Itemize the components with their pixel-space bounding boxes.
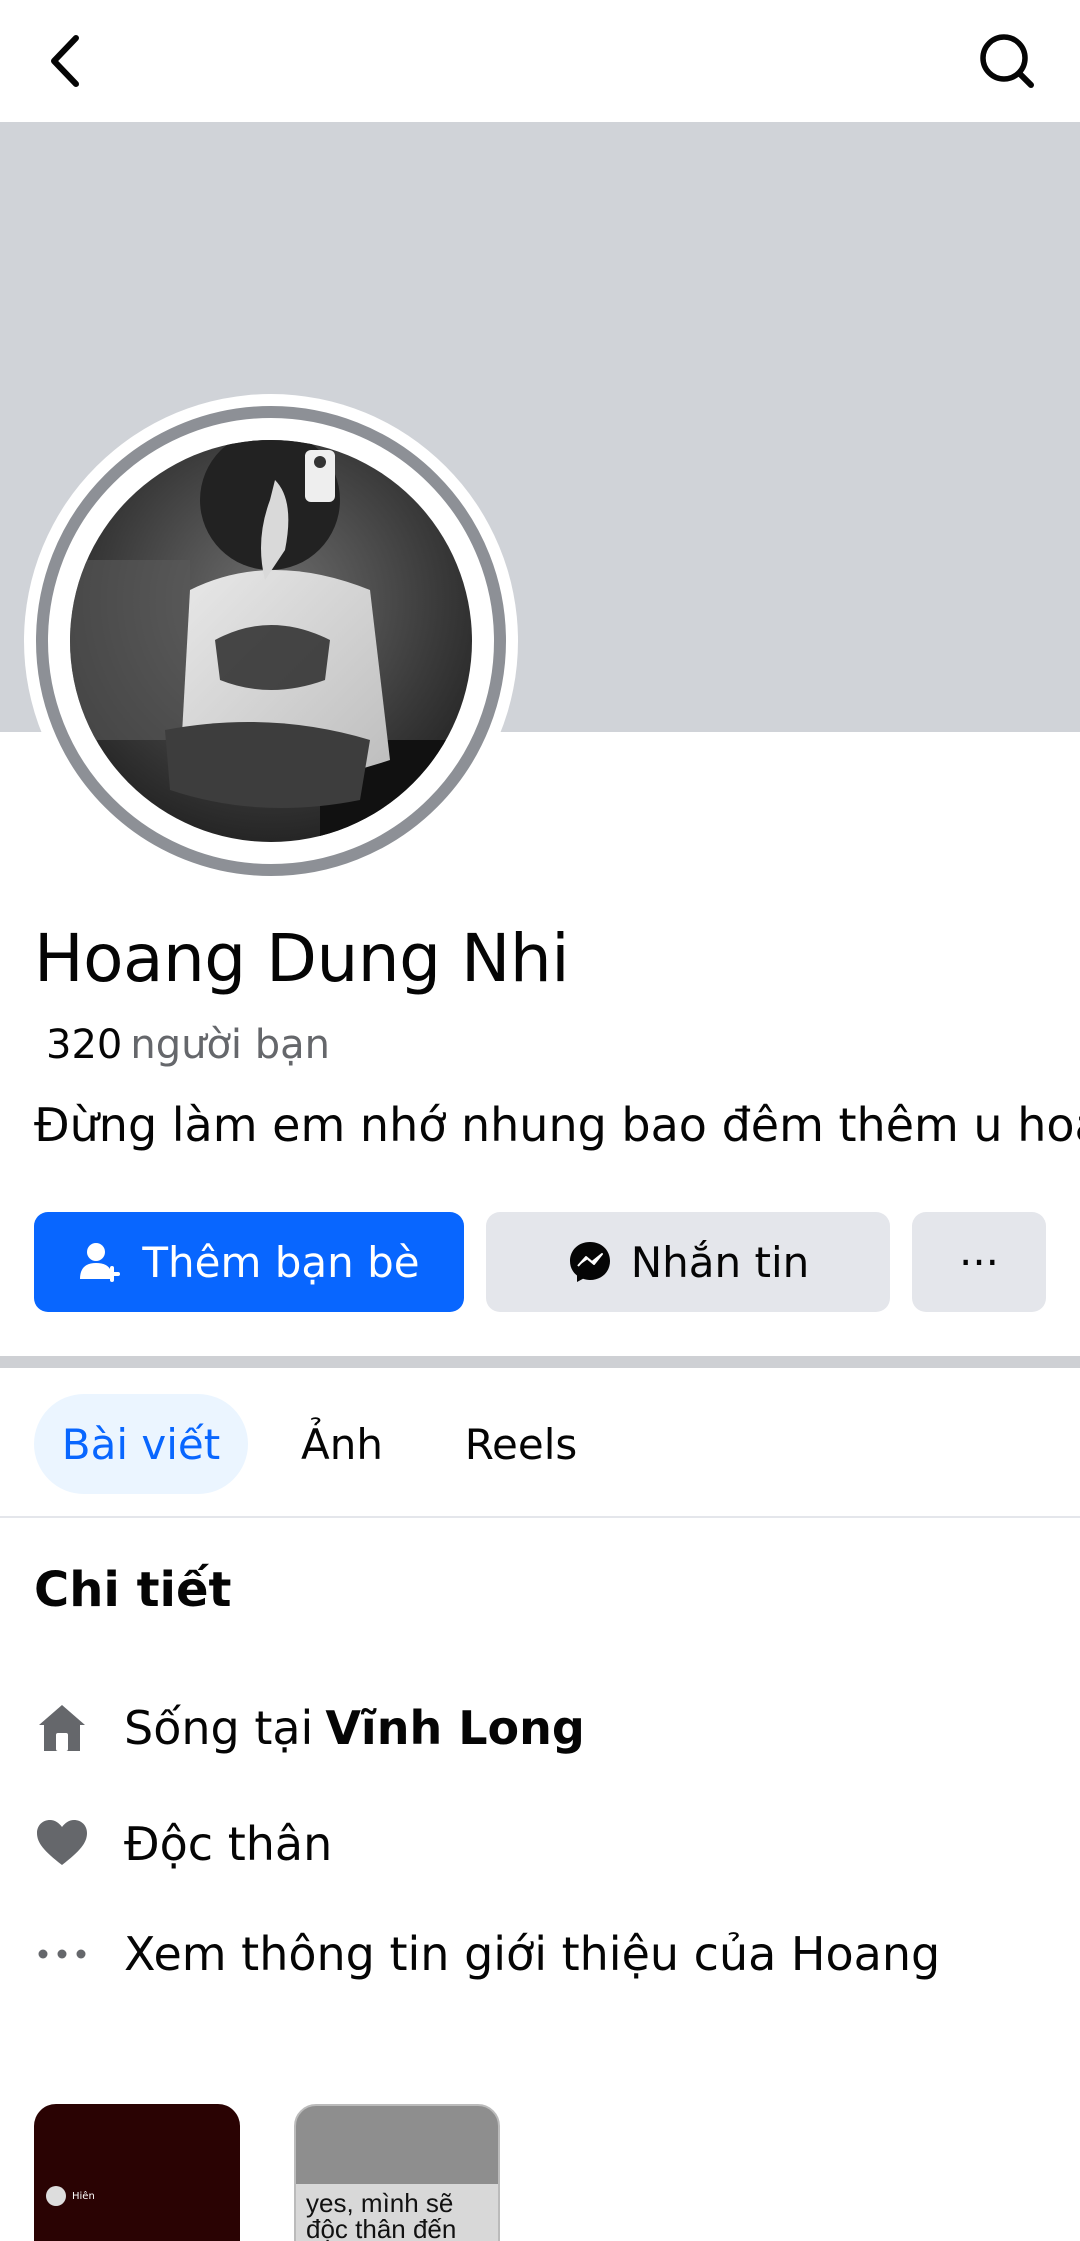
profile-bio: Đừng làm em nhớ nhung bao đêm thêm u hoà… bbox=[34, 1098, 1080, 1152]
relationship-status: Độc thân bbox=[124, 1817, 333, 1871]
tab-reels[interactable]: Reels bbox=[460, 1394, 582, 1494]
tab-photos[interactable]: Ảnh bbox=[290, 1394, 394, 1494]
thumbnail-author: Hiên bbox=[46, 2186, 95, 2206]
search-button[interactable] bbox=[970, 28, 1040, 94]
add-friend-label: Thêm bạn bè bbox=[142, 1237, 420, 1287]
friends-count-label: người bạn bbox=[130, 1022, 331, 1068]
more-dots-icon: ··· bbox=[958, 1237, 1000, 1287]
profile-tabs: Bài viết Ảnh Reels bbox=[0, 1368, 1080, 1518]
lives-in-prefix: Sống tại bbox=[124, 1701, 314, 1755]
more-dots-icon bbox=[34, 1926, 90, 1982]
friends-count[interactable]: 320 người bạn bbox=[46, 1022, 330, 1068]
see-more-about: Xem thông tin giới thiệu của Hoang bbox=[124, 1927, 941, 1981]
home-icon bbox=[34, 1700, 90, 1756]
thumbnail-caption: yes, mình sẽ độc thân đến khi gặp bbox=[306, 2188, 457, 2241]
message-button[interactable]: Nhắn tin bbox=[486, 1212, 890, 1312]
chevron-left-icon bbox=[51, 35, 79, 87]
highlight-thumbnail[interactable]: Hiên bbox=[34, 2104, 240, 2241]
section-divider bbox=[0, 1356, 1080, 1368]
back-button[interactable] bbox=[40, 28, 100, 94]
messenger-icon bbox=[567, 1239, 613, 1285]
detail-relationship: Độc thân bbox=[34, 1804, 332, 1884]
more-actions-button[interactable]: ··· bbox=[912, 1212, 1046, 1312]
top-bar bbox=[0, 0, 1080, 122]
tab-posts[interactable]: Bài viết bbox=[34, 1394, 248, 1494]
thumbnail-caption: Hiên bbox=[72, 2190, 95, 2202]
profile-picture[interactable] bbox=[24, 394, 518, 888]
heart-icon bbox=[34, 1816, 90, 1872]
profile-picture-ring bbox=[36, 406, 506, 876]
detail-lives-in: Sống tại Vĩnh Long bbox=[34, 1688, 585, 1768]
detail-see-more[interactable]: Xem thông tin giới thiệu của Hoang bbox=[34, 1914, 940, 1994]
details-title: Chi tiết bbox=[34, 1562, 232, 1618]
profile-photo-image bbox=[70, 440, 472, 842]
add-friend-button[interactable]: Thêm bạn bè bbox=[34, 1212, 464, 1312]
search-icon bbox=[980, 34, 1034, 88]
avatar bbox=[46, 2186, 66, 2206]
lives-in-place[interactable]: Vĩnh Long bbox=[325, 1701, 584, 1755]
message-label: Nhắn tin bbox=[630, 1237, 810, 1287]
profile-photo bbox=[70, 440, 472, 842]
person-plus-icon bbox=[78, 1239, 124, 1285]
highlight-thumbnail[interactable]: yes, mình sẽ độc thân đến khi gặp bbox=[294, 2104, 500, 2241]
profile-name: Hoang Dung Nhi bbox=[34, 920, 570, 997]
friends-count-number: 320 bbox=[46, 1022, 123, 1068]
